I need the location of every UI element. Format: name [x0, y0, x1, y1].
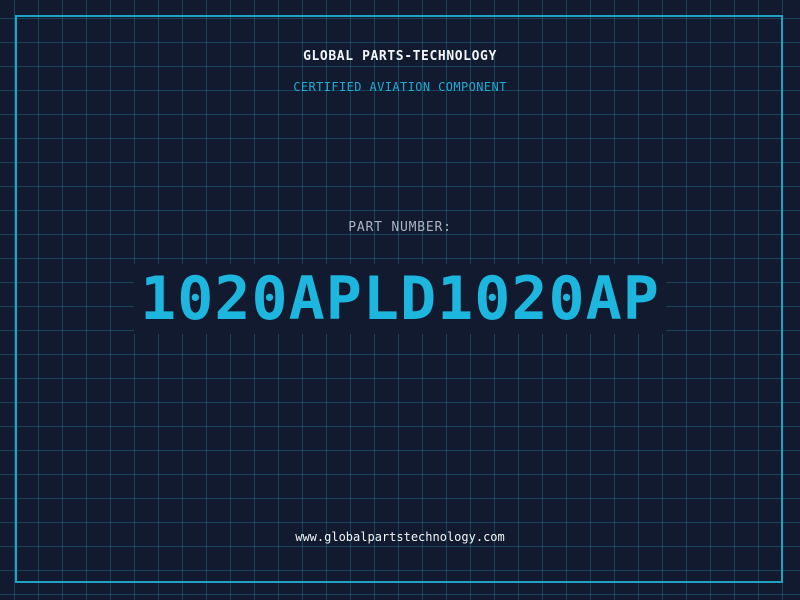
part-number-container: 1020APLD1020AP — [0, 262, 800, 336]
part-number-label: PART NUMBER: — [348, 220, 452, 235]
certification-subtitle: CERTIFIED AVIATION COMPONENT — [293, 80, 507, 94]
website-url: www.globalpartstechnology.com — [295, 530, 505, 544]
company-name: GLOBAL PARTS-TECHNOLOGY — [303, 49, 497, 64]
part-number-value: 1020APLD1020AP — [134, 264, 666, 334]
